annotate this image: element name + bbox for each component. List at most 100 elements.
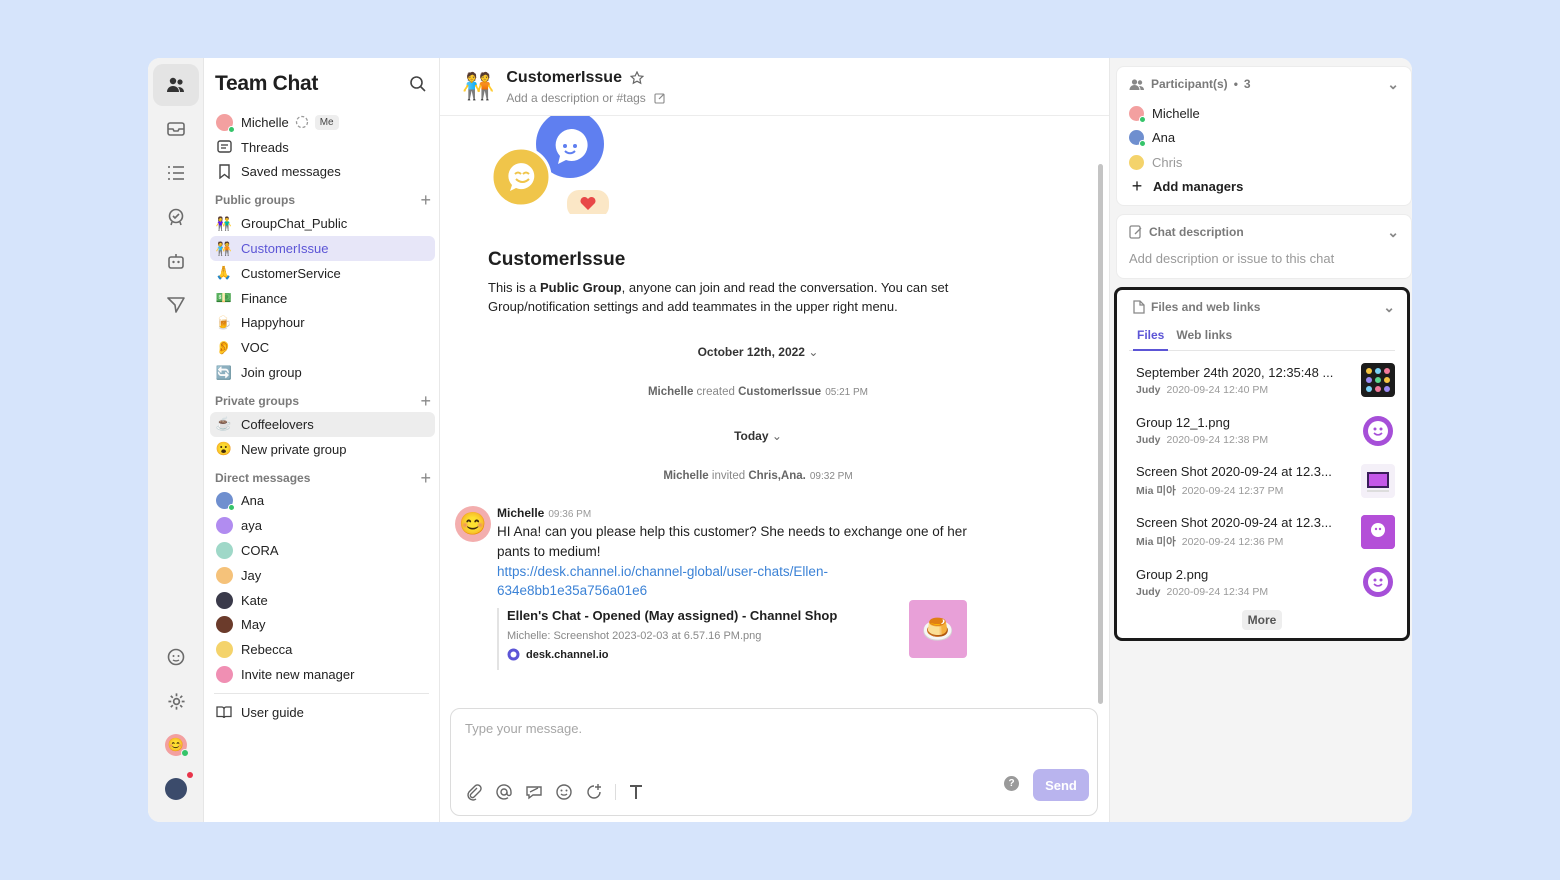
file-item[interactable]: Group 12_1.png Judy 2020-09-24 12:38 PM — [1117, 406, 1407, 457]
add-managers-button[interactable]: + Add managers — [1117, 175, 1411, 200]
group-emoji-icon: 🔄 — [215, 364, 233, 380]
avatar — [215, 517, 233, 535]
chevron-down-icon[interactable]: ⌄ — [1387, 76, 1399, 93]
support-nav[interactable] — [153, 636, 199, 678]
participants-header[interactable]: Participant(s) • 3 ⌄ — [1117, 67, 1411, 101]
file-item[interactable]: Screen Shot 2020-09-24 at 12.3... Mia 미아 2… — [1117, 507, 1407, 558]
sidebar-item-dm[interactable]: CORA — [210, 538, 435, 563]
feed-scrollbar[interactable] — [1098, 164, 1103, 704]
people-icon — [166, 77, 184, 92]
file-item[interactable]: Group 2.png Judy 2020-09-24 12:34 PM — [1117, 557, 1407, 608]
campaign-nav[interactable] — [153, 284, 199, 326]
file-name: Group 2.png — [1136, 566, 1209, 582]
sidebar-item-user-guide[interactable]: User guide — [210, 700, 435, 725]
user-avatar: 😊 — [165, 734, 189, 757]
more-files-button[interactable]: More — [1241, 609, 1283, 630]
my-profile-nav[interactable]: 😊 — [153, 724, 199, 766]
private-groups-header: Private groups + — [210, 385, 439, 412]
file-thumbnail — [1361, 565, 1395, 600]
mention-icon[interactable] — [495, 783, 513, 801]
sidebar-item-dm[interactable]: Ana — [210, 489, 435, 514]
sidebar-item-dm[interactable]: Kate — [210, 588, 435, 613]
avatar[interactable]: 😊 — [455, 506, 491, 542]
sys-target: CustomerIssue — [738, 386, 822, 398]
chat-description-header[interactable]: Chat description ⌄ — [1117, 215, 1411, 249]
sidebar-item-group[interactable]: 👂 VOC — [210, 335, 435, 360]
tab-files[interactable]: Files — [1133, 324, 1169, 351]
send-button[interactable]: Send — [1033, 769, 1089, 801]
files-header[interactable]: Files and web links ⌄ — [1117, 290, 1407, 324]
chevron-down-icon[interactable]: ⌄ — [1383, 299, 1395, 316]
sidebar-item-label: User guide — [241, 704, 304, 720]
file-item[interactable]: Screen Shot 2020-09-24 at 12.3... Mia 미아 2… — [1117, 456, 1407, 507]
canned-response-icon[interactable] — [525, 783, 543, 801]
bot-nav[interactable] — [153, 240, 199, 282]
add-private-group-icon[interactable]: + — [420, 392, 431, 410]
message-feed[interactable]: CustomerIssue This is a Public Group, an… — [440, 116, 1100, 706]
sidebar-item-label: Coffeelovers — [241, 416, 314, 432]
chat-description-field[interactable]: Add description or issue to this chat — [1117, 249, 1411, 268]
sidebar-item-threads[interactable]: Threads — [210, 135, 435, 160]
star-icon[interactable] — [629, 70, 644, 85]
participant-item[interactable]: Michelle — [1117, 101, 1411, 126]
date-separator[interactable]: October 12th, 2022 ⌄ — [440, 345, 1076, 359]
sidebar-item-me[interactable]: Michelle Me — [210, 110, 435, 135]
rail-bottom: 😊 — [148, 636, 204, 812]
sidebar-item-saved[interactable]: Saved messages — [210, 160, 435, 185]
sidebar-item-dm[interactable]: Rebecca — [210, 637, 435, 662]
link-preview[interactable]: Ellen's Chat - Opened (May assigned) - C… — [497, 600, 967, 670]
avatar-wrap — [215, 517, 233, 535]
add-direct-message-icon[interactable]: + — [420, 469, 431, 487]
sidebar-item-dm[interactable]: Invite new manager — [210, 662, 435, 687]
attach-icon[interactable] — [465, 783, 483, 801]
channel-description-row[interactable]: Add a description or #tags — [506, 91, 665, 105]
date-separator[interactable]: Today ⌄ — [440, 429, 1076, 443]
tab-web-links[interactable]: Web links — [1172, 324, 1236, 351]
intro-text-bold: Public Group — [540, 280, 622, 295]
online-indicator — [181, 749, 189, 757]
sidebar-item-label: Kate — [241, 592, 268, 608]
help-icon[interactable]: ? — [1004, 776, 1019, 791]
sidebar-item-group[interactable]: 🙏 CustomerService — [210, 261, 435, 286]
sidebar-item-group[interactable]: 💵 Finance — [210, 286, 435, 311]
sidebar: Team Chat Michelle Me Threads Saved mess… — [204, 58, 440, 822]
sidebar-item-dm[interactable]: May — [210, 613, 435, 638]
message-link[interactable]: https://desk.channel.io/channel-global/u… — [497, 562, 995, 600]
workspace-nav[interactable] — [153, 768, 199, 810]
edit-icon[interactable] — [654, 92, 666, 104]
sidebar-item-group[interactable]: ☕ Coffeelovers — [210, 411, 435, 437]
sidebar-item-dm[interactable]: aya — [210, 513, 435, 538]
sidebar-item-dm[interactable]: Jay — [210, 563, 435, 588]
message[interactable]: 😊 Michelle 09:36 PM HI Ana! can you pleas… — [455, 506, 995, 670]
sidebar-item-group[interactable]: 😮 New private group — [210, 437, 435, 462]
add-public-group-icon[interactable]: + — [420, 191, 431, 209]
text-format-icon[interactable] — [628, 784, 644, 800]
sidebar-header: Team Chat — [210, 58, 439, 110]
participant-item[interactable]: Chris — [1117, 150, 1411, 175]
inbox-nav[interactable] — [153, 108, 199, 150]
online-indicator — [227, 125, 235, 133]
message-input[interactable] — [465, 721, 1065, 736]
chevron-down-icon[interactable]: ⌄ — [1387, 224, 1399, 241]
settings-nav[interactable] — [153, 680, 199, 722]
app-plus-icon[interactable] — [585, 783, 603, 801]
search-icon[interactable] — [409, 75, 427, 93]
participant-name: Chris — [1152, 154, 1183, 170]
team-chat-nav[interactable] — [152, 64, 199, 106]
list-nav[interactable] — [153, 152, 199, 194]
file-info: Screen Shot 2020-09-24 at 12.3... Mia 미아 2… — [1136, 515, 1332, 549]
sidebar-item-group[interactable]: 🔄 Join group — [210, 360, 435, 385]
emoji-icon[interactable] — [555, 783, 573, 801]
badge-nav[interactable] — [153, 196, 199, 238]
participant-item[interactable]: Ana — [1117, 126, 1411, 151]
badge-check-icon — [168, 208, 183, 226]
channel-title: CustomerIssue — [506, 68, 622, 86]
file-item[interactable]: September 24th 2020, 12:35:48 ... Judy 202… — [1117, 355, 1407, 406]
app-window: 😊 Team Chat Michelle Me Threads Saved me… — [148, 58, 1412, 822]
sidebar-item-group[interactable]: 🧑‍🤝‍🧑 CustomerIssue — [210, 236, 435, 261]
link-line-1: https://desk.channel.io/channel-global/u… — [497, 564, 828, 579]
sidebar-item-group[interactable]: 🍺 Happyhour — [210, 311, 435, 336]
file-meta: Mia 미아 2020-09-24 12:36 PM — [1136, 534, 1332, 549]
sidebar-item-group[interactable]: 👫 GroupChat_Public — [210, 211, 435, 236]
file-author: Mia 미아 — [1136, 535, 1176, 548]
